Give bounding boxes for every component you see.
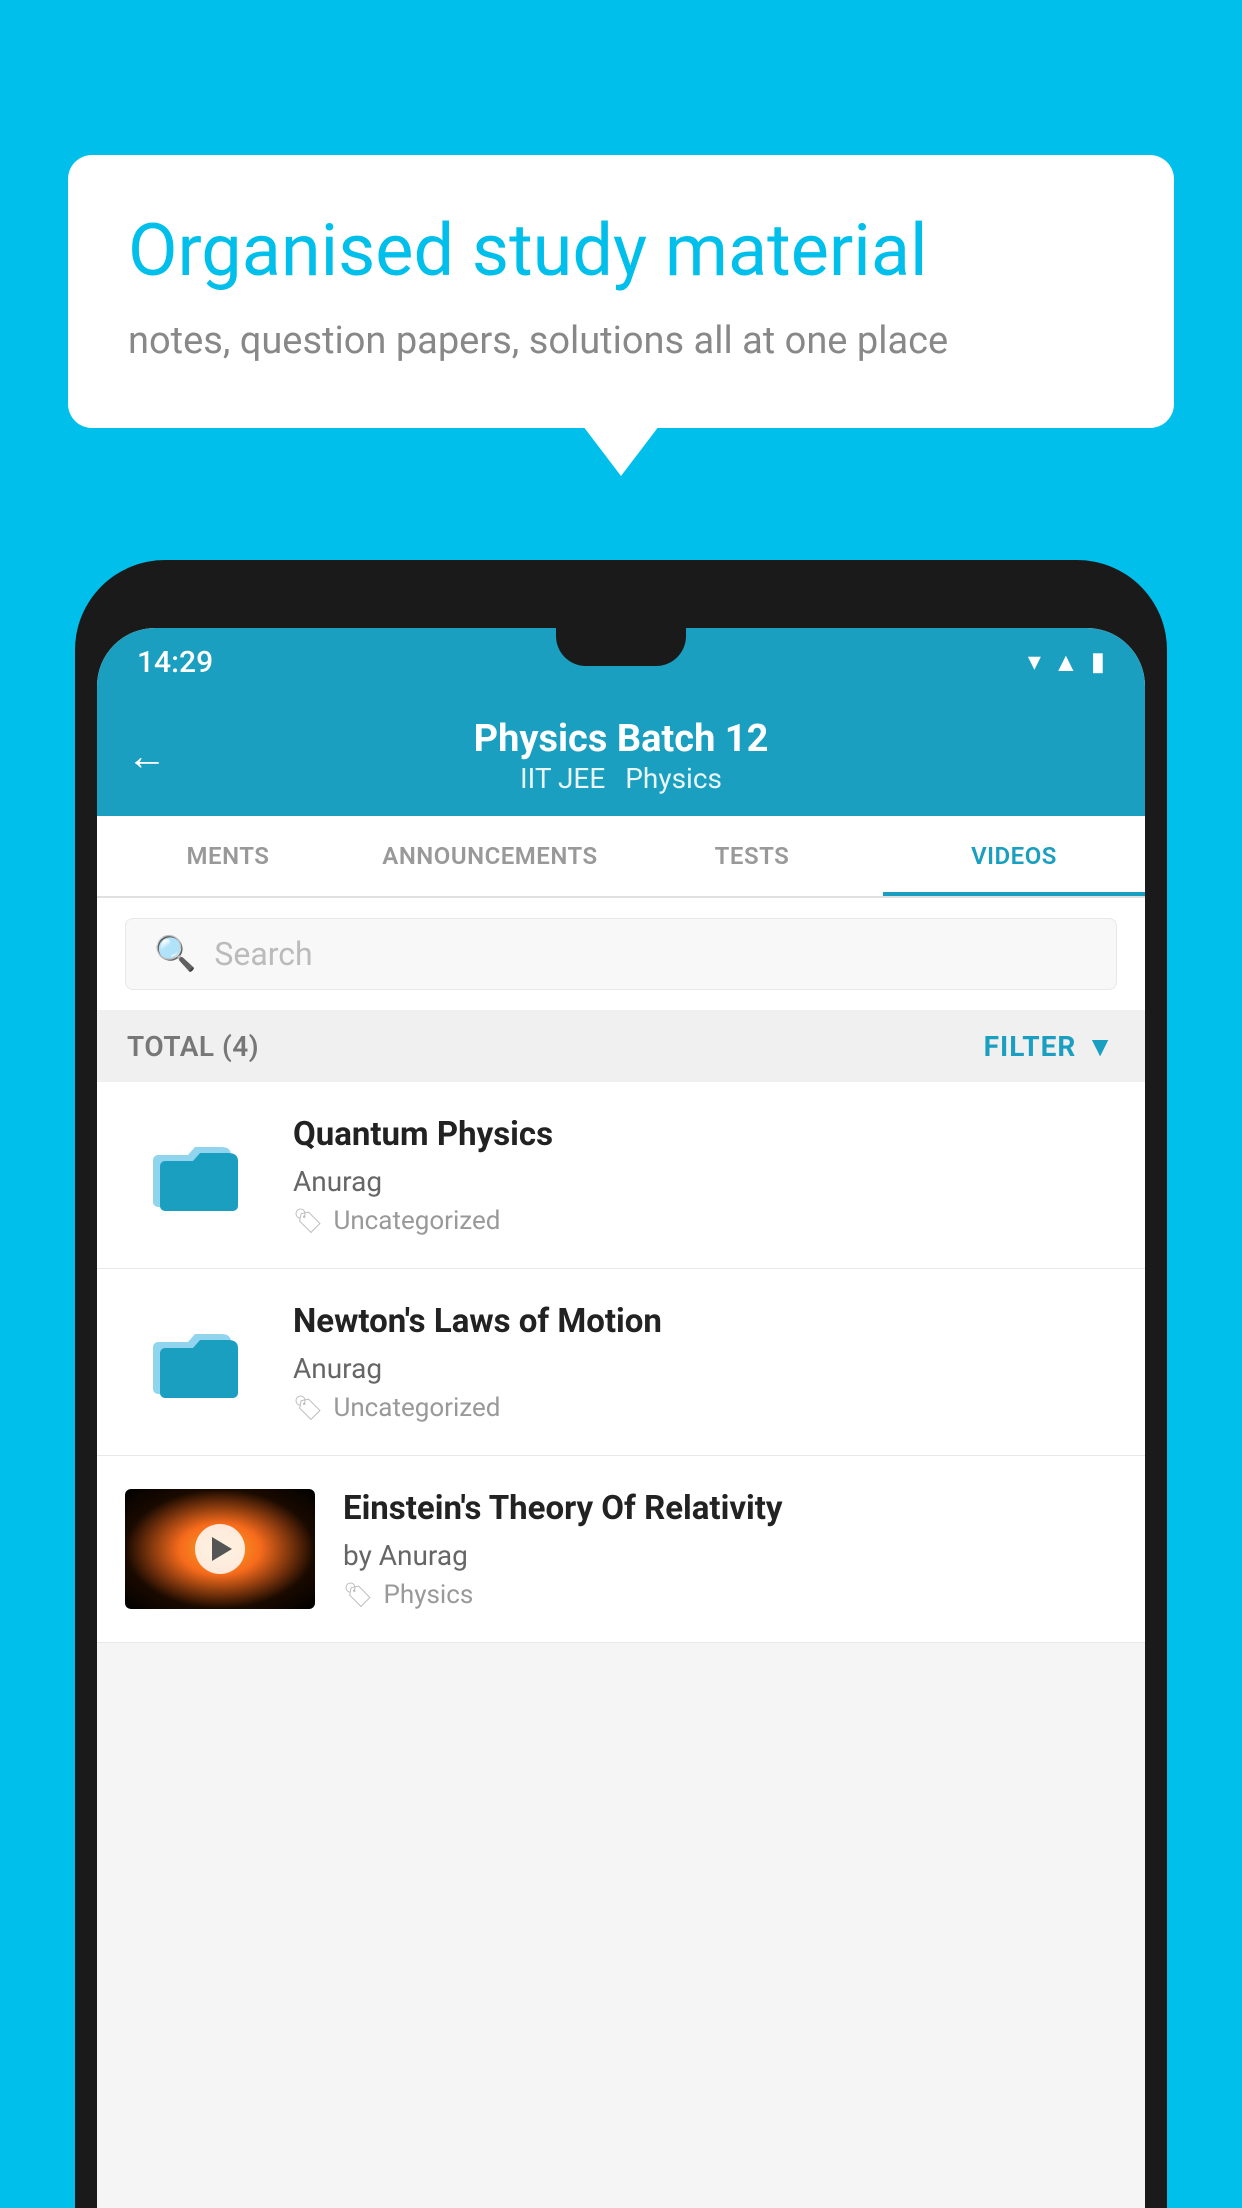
video-info: Quantum Physics Anurag 🏷 Uncategorized: [293, 1114, 1117, 1236]
tab-announcements[interactable]: ANNOUNCEMENTS: [359, 816, 621, 896]
tab-videos[interactable]: VIDEOS: [883, 816, 1145, 896]
app-bar: ← Physics Batch 12 IIT JEE Physics: [97, 696, 1145, 816]
phone-notch: [556, 628, 686, 666]
video-author: Anurag: [293, 1352, 1117, 1385]
filter-label: FILTER: [984, 1030, 1077, 1063]
video-title: Newton's Laws of Motion: [293, 1301, 1117, 1344]
tag-icon: 🏷: [343, 1581, 373, 1609]
speech-bubble-subtitle: notes, question papers, solutions all at…: [128, 315, 1114, 368]
list-item[interactable]: Einstein's Theory Of Relativity by Anura…: [97, 1456, 1145, 1643]
subtitle-iitjee: IIT JEE: [520, 762, 605, 795]
tab-ments[interactable]: MENTS: [97, 816, 359, 896]
status-time: 14:29: [137, 645, 213, 680]
app-bar-title: Physics Batch 12: [474, 717, 769, 763]
speech-bubble-container: Organised study material notes, question…: [68, 155, 1174, 428]
folder-svg: [153, 1137, 238, 1212]
status-icons: ▾ ▲ ▮: [1028, 647, 1105, 678]
play-button-overlay[interactable]: [195, 1524, 245, 1574]
back-button[interactable]: ←: [127, 733, 167, 780]
speech-bubble: Organised study material notes, question…: [68, 155, 1174, 428]
video-list: Quantum Physics Anurag 🏷 Uncategorized: [97, 1082, 1145, 1643]
folder-icon: [145, 1312, 245, 1412]
video-info: Einstein's Theory Of Relativity by Anura…: [343, 1488, 1117, 1610]
tag-label: Uncategorized: [333, 1393, 500, 1423]
signal-icon: ▲: [1053, 647, 1079, 678]
video-title: Einstein's Theory Of Relativity: [343, 1488, 1117, 1531]
folder-icon: [145, 1125, 245, 1225]
tag-icon: 🏷: [293, 1394, 323, 1422]
battery-icon: ▮: [1091, 647, 1105, 677]
video-title: Quantum Physics: [293, 1114, 1117, 1157]
wifi-icon: ▾: [1028, 647, 1041, 677]
search-bar[interactable]: 🔍 Search: [125, 918, 1117, 990]
video-author: by Anurag: [343, 1539, 1117, 1572]
video-info: Newton's Laws of Motion Anurag 🏷 Uncateg…: [293, 1301, 1117, 1423]
search-icon: 🔍: [154, 934, 196, 974]
filter-button[interactable]: FILTER ▼: [984, 1030, 1115, 1063]
phone-frame: 14:29 ▾ ▲ ▮ ← Physics Batch 12 IIT JEE P…: [75, 560, 1167, 2208]
tag-icon: 🏷: [293, 1207, 323, 1235]
video-thumbnail: [125, 1489, 315, 1609]
video-tag: 🏷 Physics: [343, 1580, 1117, 1610]
subtitle-physics: Physics: [625, 762, 722, 795]
tab-tests[interactable]: TESTS: [621, 816, 883, 896]
filter-bar: TOTAL (4) FILTER ▼: [97, 1010, 1145, 1082]
speech-bubble-title: Organised study material: [128, 210, 1114, 293]
total-label: TOTAL (4): [127, 1030, 259, 1063]
list-item[interactable]: Quantum Physics Anurag 🏷 Uncategorized: [97, 1082, 1145, 1269]
video-tag: 🏷 Uncategorized: [293, 1206, 1117, 1236]
phone-screen: 14:29 ▾ ▲ ▮ ← Physics Batch 12 IIT JEE P…: [97, 628, 1145, 2208]
filter-icon: ▼: [1086, 1030, 1115, 1063]
tag-label: Physics: [383, 1580, 473, 1610]
video-author: Anurag: [293, 1165, 1117, 1198]
video-tag: 🏷 Uncategorized: [293, 1393, 1117, 1423]
search-placeholder: Search: [214, 935, 312, 973]
tab-bar: MENTS ANNOUNCEMENTS TESTS VIDEOS: [97, 816, 1145, 898]
search-bar-container: 🔍 Search: [97, 898, 1145, 1010]
list-item[interactable]: Newton's Laws of Motion Anurag 🏷 Uncateg…: [97, 1269, 1145, 1456]
app-bar-subtitle: IIT JEE Physics: [520, 762, 722, 795]
play-triangle-icon: [212, 1537, 232, 1561]
folder-svg: [153, 1324, 238, 1399]
tag-label: Uncategorized: [333, 1206, 500, 1236]
